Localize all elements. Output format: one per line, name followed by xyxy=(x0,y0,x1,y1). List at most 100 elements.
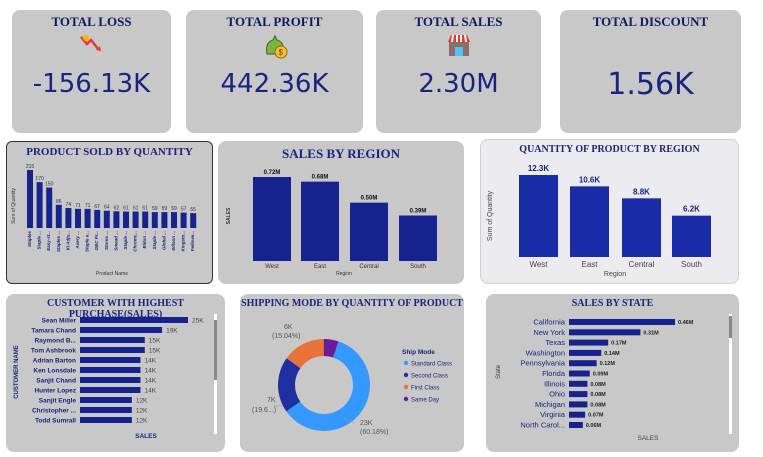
data-label: 61 xyxy=(123,206,129,212)
bar xyxy=(161,212,168,228)
bar xyxy=(350,202,388,261)
bar xyxy=(80,367,141,373)
bar xyxy=(80,377,141,383)
tick-label: Fellowe... xyxy=(190,231,195,251)
data-label: 0.08M xyxy=(590,402,606,408)
bar xyxy=(80,407,132,413)
tick-label: Central xyxy=(629,260,655,269)
slice-percent-label: (60.18%) xyxy=(360,429,388,436)
bar xyxy=(80,397,132,403)
store-icon xyxy=(446,32,472,63)
tick-label: Florida xyxy=(542,369,566,378)
tick-label: New York xyxy=(533,328,565,337)
tick-label: Staple ... xyxy=(152,231,157,250)
product-quantity-chart: Sum of Quantity 215 Staples 170 Staple ... 15… xyxy=(11,164,197,277)
slice-value-label: 6K xyxy=(284,324,293,331)
shipping-mode-panel[interactable]: SHIPPING MODE BY QUANTITY OF PRODUCT 23K… xyxy=(240,294,464,452)
top-customers-chart: CUSTOMER NAME Sean Miller 25K Tamara Chand 1… xyxy=(14,314,217,440)
kpi-card-total-loss: TOTAL LOSS -156.13K xyxy=(12,10,171,133)
sales-by-region-panel[interactable]: SALES BY REGION SALES 0.72M West 0.68M East 0… xyxy=(218,141,464,284)
kpi-value: 442.36K xyxy=(220,69,329,99)
bar xyxy=(569,339,609,346)
bar xyxy=(519,175,558,257)
tick-label: Global ... xyxy=(161,231,166,250)
legend-label: Same Day xyxy=(411,398,439,404)
y-axis-label: CUSTOMER NAME xyxy=(14,345,20,399)
bar xyxy=(80,317,188,323)
data-label: 86 xyxy=(56,199,62,205)
svg-text:$: $ xyxy=(278,48,283,57)
data-label: 0.07M xyxy=(588,413,604,419)
tick-label: Christopher ... xyxy=(32,408,76,415)
tick-label: Sanjit Engle xyxy=(39,398,77,405)
data-label: 0.09M xyxy=(593,372,609,378)
tick-label: North Carol... xyxy=(520,421,565,430)
tick-label: Raymond B... xyxy=(34,338,76,345)
data-label: 0.12M xyxy=(600,361,616,367)
data-label: 0.08M xyxy=(590,382,606,388)
tick-label: Staple ... xyxy=(37,231,42,250)
slice-percent-label: (19.6...) xyxy=(252,407,276,414)
bar xyxy=(180,212,187,228)
tick-label: Ken Lonsdale xyxy=(33,368,76,375)
data-label: 0.72M xyxy=(264,170,281,176)
bar xyxy=(80,417,132,423)
data-label: 0.31M xyxy=(643,330,659,336)
bar xyxy=(103,210,110,228)
data-label: 59 xyxy=(162,206,168,212)
data-label: 6.2K xyxy=(683,205,700,214)
product-sold-panel[interactable]: PRODUCT SOLD BY QUANTITY Sum of Quantity… xyxy=(6,141,213,284)
tick-label: Central xyxy=(359,264,378,270)
data-label: 14K xyxy=(144,388,156,395)
data-label: 19K xyxy=(166,328,178,335)
top-customers-panel[interactable]: CUSTOMER WITH HIGHEST PURCHASE(SALES) CU… xyxy=(6,294,225,452)
kpi-title: TOTAL DISCOUNT xyxy=(592,14,709,29)
sales-by-state-panel[interactable]: SALES BY STATE State California 0.46M New Y… xyxy=(486,294,739,452)
tick-label: Staples ... xyxy=(56,231,61,252)
tick-label: Todd Sumrall xyxy=(35,418,76,425)
bar xyxy=(75,208,81,228)
bar xyxy=(65,208,72,228)
tick-label: Easy-st... xyxy=(46,231,51,251)
y-axis-label: Sum of Quantity xyxy=(487,190,494,241)
legend-label: Standard Class xyxy=(411,362,452,368)
bar xyxy=(301,181,339,261)
kpi-title: TOTAL LOSS xyxy=(51,14,132,29)
scrollbar-thumb xyxy=(729,316,732,338)
tick-label: Eldon ... xyxy=(142,231,147,249)
money-bag-icon: $ xyxy=(261,32,289,65)
data-label: 62 xyxy=(114,205,120,211)
kpi-value: -156.13K xyxy=(32,69,151,99)
bar xyxy=(569,411,586,418)
bar xyxy=(84,208,91,228)
sales-state-chart: State California 0.46M New York 0.31M Texas 0.… xyxy=(496,314,732,442)
data-label: 170 xyxy=(35,176,44,182)
tick-label: Smead ... xyxy=(113,231,118,251)
bar xyxy=(569,380,588,387)
legend-label: Second Class xyxy=(411,374,448,380)
tick-label: Staples xyxy=(27,231,32,248)
legend-title: Ship Mode xyxy=(402,349,435,356)
quantity-region-panel[interactable]: QUANTITY OF PRODUCT BY REGION Sum of Qua… xyxy=(480,139,739,284)
legend-marker xyxy=(403,396,409,402)
data-label: 61 xyxy=(133,206,139,212)
data-label: 0.50M xyxy=(361,196,378,202)
chart-title: QUANTITY OF PRODUCT BY REGION xyxy=(519,144,700,155)
data-label: 14K xyxy=(144,378,156,385)
data-label: 74 xyxy=(66,202,72,208)
tick-label: Kingsto... xyxy=(181,231,186,252)
tick-label: Ohio xyxy=(549,390,565,399)
bar xyxy=(80,357,141,363)
data-label: 0.68M xyxy=(312,175,329,181)
kpi-value: 1.56K xyxy=(607,67,694,102)
bar xyxy=(622,198,661,257)
bar xyxy=(570,186,609,257)
loss-chart-icon xyxy=(79,34,105,59)
tick-label: Storex ... xyxy=(104,231,109,250)
data-label: 25K xyxy=(192,318,204,325)
data-label: 15K xyxy=(149,338,161,345)
tick-label: Washington xyxy=(526,348,565,357)
bar xyxy=(399,215,437,261)
y-axis-label: SALES xyxy=(226,207,232,224)
data-label: 0.46M xyxy=(678,320,694,326)
